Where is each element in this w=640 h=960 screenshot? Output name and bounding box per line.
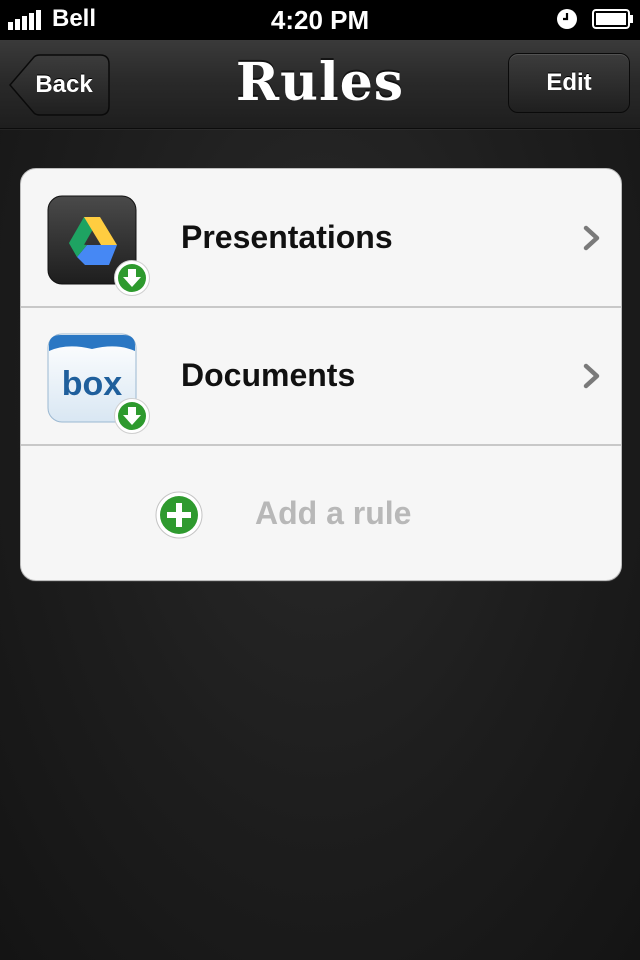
status-time: 4:20 PM [270,5,370,35]
rule-label: Documents [181,357,356,393]
add-rule-button[interactable]: Add a rule [21,445,621,580]
rule-row-documents[interactable]: box Documents [21,307,621,446]
chevron-right-icon [583,225,600,251]
rule-label: Presentations [181,219,393,255]
alarm-clock-icon [557,9,577,29]
chevron-right-icon [583,363,600,389]
download-badge-icon [114,398,150,434]
navigation-bar: Back Rules Edit [0,40,640,129]
download-badge-icon [114,260,150,296]
rule-row-presentations[interactable]: Presentations [21,169,621,308]
edit-button[interactable]: Edit [508,53,630,113]
rules-list: Presentations box Documents Add a rule [20,168,622,581]
status-bar: Bell 4:20 PM [0,0,640,40]
plus-circle-icon [155,491,203,539]
add-rule-label: Add a rule [255,495,412,531]
battery-icon [592,9,633,29]
